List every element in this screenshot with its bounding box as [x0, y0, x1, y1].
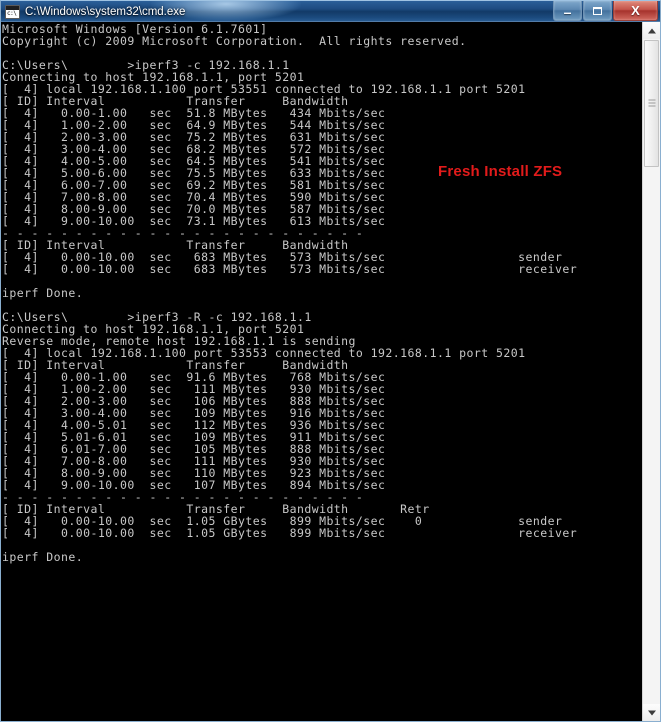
chevron-up-icon [647, 28, 656, 33]
close-button[interactable]: X [613, 1, 658, 21]
vertical-scrollbar[interactable] [642, 22, 660, 721]
restore-icon [584, 1, 611, 20]
scroll-up-arrow[interactable] [643, 22, 660, 39]
close-icon: X [631, 3, 640, 18]
window-controls: – X [552, 1, 658, 22]
chevron-down-icon [647, 710, 656, 715]
minimize-icon: – [563, 4, 572, 20]
cmd-window: c:\ C:\Windows\system32\cmd.exe – X Micr… [0, 0, 661, 722]
window-title: C:\Windows\system32\cmd.exe [25, 6, 186, 18]
console-client-area[interactable]: Microsoft Windows [Version 6.1.7601] Cop… [0, 22, 661, 722]
maximize-restore-button[interactable] [583, 1, 612, 21]
console-output: Microsoft Windows [Version 6.1.7601] Cop… [2, 22, 578, 564]
annotation-label: Fresh Install ZFS [438, 163, 563, 180]
scrollbar-grip-icon [648, 99, 655, 108]
minimize-button[interactable]: – [553, 1, 582, 21]
window-titlebar[interactable]: c:\ C:\Windows\system32\cmd.exe – X [0, 0, 661, 22]
scrollbar-thumb[interactable] [644, 40, 659, 167]
cmd-app-icon: c:\ [5, 5, 20, 19]
cmd-icon-prompt: c:\ [7, 10, 17, 17]
scroll-down-arrow[interactable] [643, 704, 660, 721]
